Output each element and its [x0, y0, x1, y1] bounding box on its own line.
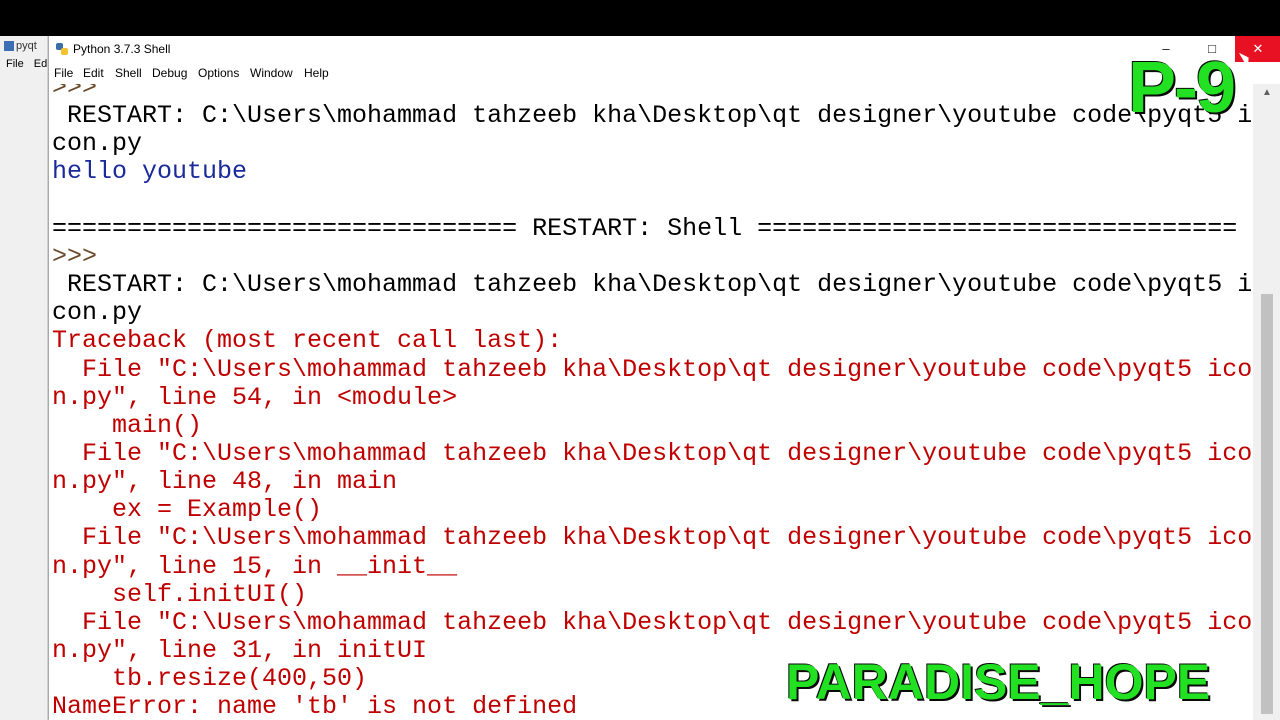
- console-line: Traceback (most recent call last):: [52, 326, 563, 356]
- background-window-title: pyqt: [4, 40, 37, 52]
- console-line: =============================== RESTART:…: [52, 213, 1238, 243]
- console-line: main(): [52, 410, 203, 440]
- console-line: File "C:\Users\mohammad tahzeeb kha\Desk…: [52, 607, 1253, 637]
- menu-debug[interactable]: Debug: [152, 66, 187, 80]
- console-line: n.py", line 54, in <module>: [52, 382, 458, 412]
- console-line: >>>: [52, 241, 98, 271]
- console-line: n.py", line 15, in __init__: [52, 551, 458, 581]
- menu-bar: File Edit Shell Debug Options Window Hel…: [49, 62, 1280, 85]
- console-line: tb.resize(400,50): [52, 664, 368, 694]
- console-line: File "C:\Users\mohammad tahzeeb kha\Desk…: [52, 354, 1253, 384]
- console-line: n.py", line 31, in initUI: [52, 636, 428, 665]
- console-line: n.py", line 48, in main: [52, 467, 398, 497]
- console-line: con.py: [52, 129, 143, 159]
- window-title: Python 3.7.3 Shell: [73, 42, 171, 56]
- menu-help[interactable]: Help: [304, 66, 329, 80]
- console-line: ex = Example(): [52, 495, 323, 525]
- console-line: self.initUI(): [52, 579, 308, 609]
- background-window-icon: [4, 41, 14, 52]
- menu-options[interactable]: Options: [198, 66, 239, 80]
- title-bar[interactable]: Python 3.7.3 Shell – □ ✕: [49, 36, 1280, 62]
- episode-overlay: P-9: [1128, 48, 1236, 128]
- console-line: File "C:\Users\mohammad tahzeeb kha\Desk…: [52, 523, 1253, 553]
- python-shell-window[interactable]: Python 3.7.3 Shell – □ ✕ File Edit Shell…: [48, 36, 1280, 720]
- brand-watermark: PARADISE_HOPE: [786, 654, 1211, 710]
- background-window[interactable]: pyqt File Ed: [0, 36, 48, 720]
- menu-edit[interactable]: Edit: [83, 66, 104, 80]
- console-line: NameError: name 'tb' is not defined: [52, 692, 578, 720]
- console-line: RESTART: C:\Users\mohammad tahzeeb kha\D…: [52, 270, 1253, 300]
- console-line: File "C:\Users\mohammad tahzeeb kha\Desk…: [52, 438, 1253, 468]
- background-menu-edit[interactable]: Ed: [34, 58, 47, 70]
- top-black-band: [0, 0, 1280, 36]
- menu-file[interactable]: File: [54, 66, 73, 80]
- scroll-up-arrow-icon[interactable]: ▲: [1253, 84, 1280, 102]
- scrollbar-thumb[interactable]: [1261, 294, 1273, 714]
- console-line: hello youtube: [52, 157, 248, 187]
- shell-console[interactable]: >>> RESTART: C:\Users\mohammad tahzeeb k…: [49, 84, 1253, 720]
- console-line: >>>: [52, 84, 98, 102]
- menu-window[interactable]: Window: [250, 66, 293, 80]
- menu-shell[interactable]: Shell: [115, 66, 142, 80]
- console-line: con.py: [52, 298, 143, 328]
- python-icon: [56, 43, 68, 55]
- console-line: RESTART: C:\Users\mohammad tahzeeb kha\D…: [52, 101, 1253, 131]
- background-menu-file[interactable]: File: [6, 58, 24, 70]
- vertical-scrollbar[interactable]: ▲: [1253, 84, 1280, 720]
- close-icon: ✕: [1252, 41, 1264, 56]
